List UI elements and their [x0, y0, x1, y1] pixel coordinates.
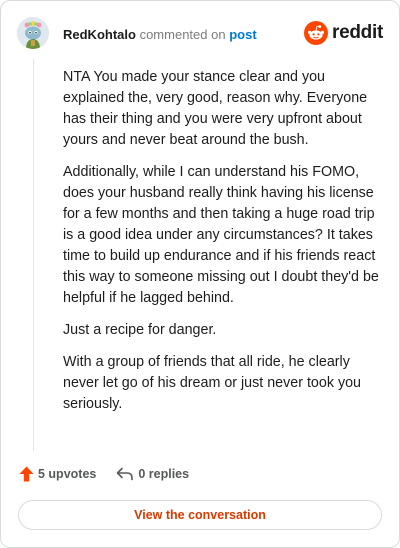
comment-body: NTA You made your stance clear and you e… — [63, 67, 385, 426]
reply-count: 0 replies — [138, 467, 190, 481]
comment-card: RedKohtalo commented on post reddit NTA … — [0, 0, 400, 548]
action-text: commented on — [139, 27, 226, 42]
comment-paragraph: Additionally, while I can understand his… — [63, 164, 379, 306]
comment-header: RedKohtalo commented on post — [63, 27, 257, 43]
reddit-logo-icon — [304, 21, 329, 45]
upvote-button[interactable]: 5 upvotes — [19, 466, 96, 482]
view-conversation-label: View the conversation — [134, 508, 266, 522]
user-avatar[interactable] — [17, 17, 49, 49]
comment-paragraph: NTA You made your stance clear and you e… — [63, 69, 368, 148]
reply-arrow-icon — [117, 467, 134, 481]
thread-line — [33, 59, 34, 451]
upvote-arrow-icon — [19, 466, 34, 482]
brand-wordmark: reddit — [332, 22, 383, 43]
snoo-avatar-icon — [17, 17, 49, 49]
comment-paragraph: Just a recipe for danger. — [63, 322, 217, 338]
post-link[interactable]: post — [229, 27, 256, 42]
comment-paragraph: With a group of friends that all ride, h… — [63, 354, 362, 412]
username[interactable]: RedKohtalo — [63, 27, 136, 42]
reply-button[interactable]: 0 replies — [116, 467, 189, 481]
upvote-count: 5 upvotes — [38, 467, 97, 481]
comment-actions: 5 upvotes 0 replies — [19, 466, 189, 482]
reddit-brand[interactable]: reddit — [304, 21, 383, 45]
view-conversation-button[interactable]: View the conversation — [18, 500, 382, 530]
